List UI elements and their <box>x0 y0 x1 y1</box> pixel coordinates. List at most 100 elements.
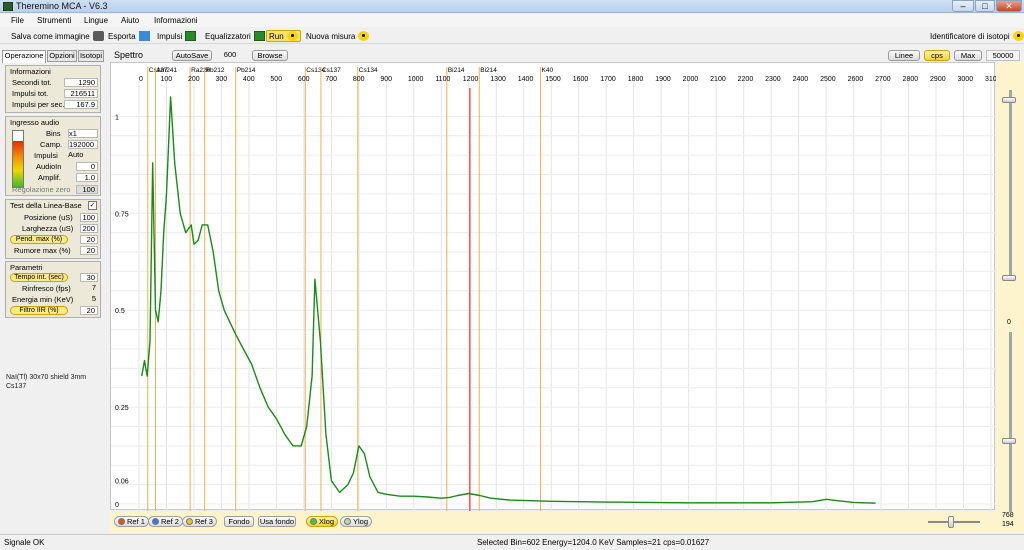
ref1-button[interactable]: Ref 1 <box>114 516 149 527</box>
audioin-input[interactable]: 0 <box>76 162 98 171</box>
ref2-button[interactable]: Ref 2 <box>148 516 183 527</box>
info-row: Impulsi tot. 216511 <box>10 89 100 98</box>
info-value: 216511 <box>64 89 98 98</box>
minimize-button[interactable]: – <box>952 0 974 12</box>
tab-operazione[interactable]: Operazione <box>2 50 46 63</box>
xlog-toggle[interactable]: Xlog <box>306 516 339 527</box>
x-tick-label: 2600 <box>848 76 864 83</box>
tab-opzioni[interactable]: Opzioni <box>47 50 77 62</box>
info-label: Impulsi tot. <box>12 89 49 98</box>
cps-button[interactable]: cps <box>924 50 950 61</box>
app-logo-icon <box>3 2 13 11</box>
ylog-label: Ylog <box>353 517 369 526</box>
audio-level-meter <box>12 130 24 188</box>
fondo-button[interactable]: Fondo <box>224 516 254 527</box>
camp-row: Camp. 192000 <box>26 140 100 149</box>
isotope-identifier-button[interactable]: Identificatore di isotopi <box>930 30 1024 42</box>
mid-vertical-slider-thumb[interactable] <box>1002 275 1016 281</box>
baseline-row: Pend. max (%) 20 <box>10 235 100 244</box>
wave-icon <box>185 31 197 41</box>
usa-fondo-button[interactable]: Usa fondo <box>258 516 296 527</box>
pulses-button[interactable]: Impulsi <box>157 30 197 42</box>
camp-select[interactable]: 192000 <box>68 140 98 149</box>
isotope-label: Bi214 <box>448 67 465 74</box>
audio-header: Ingresso audio <box>10 118 60 127</box>
spectrum-plot[interactable]: Cs137 Am241 Ra226 Pb212 Pb214 Cs134 Cs137 Cs134… <box>110 62 1001 511</box>
y-tick-label: 0.5 <box>115 308 125 315</box>
new-measure-button[interactable]: Nuova misura <box>306 30 370 42</box>
bins-row: Bins x1 <box>26 129 100 138</box>
menu-strumenti[interactable]: Strumenti <box>37 16 71 25</box>
x-tick-label: 1600 <box>573 76 589 83</box>
horizontal-slider-thumb[interactable] <box>948 516 954 528</box>
bottom-vertical-slider-thumb[interactable] <box>1002 438 1016 444</box>
zero-row: Regolazione zero 100 <box>10 185 100 194</box>
camp-label: Camp. <box>40 140 63 149</box>
autosave-button[interactable]: AutoSave <box>172 50 212 61</box>
spectrum-label: Spettro <box>114 50 144 60</box>
max-value-field[interactable]: 50000 <box>986 50 1020 61</box>
filtro-iir-button[interactable]: Filtro IIR (%) <box>10 306 68 315</box>
isotope-label: Cs137 <box>322 67 341 74</box>
right-mid-value: 0 <box>1007 319 1011 326</box>
params-input[interactable]: 30 <box>80 273 98 282</box>
baseline-label: Posizione (uS) <box>24 213 73 222</box>
menu-aiuto[interactable]: Aiuto <box>121 16 139 25</box>
params-header: Parametri <box>10 263 43 272</box>
params-row: Rinfresco (fps) 7 <box>10 284 100 294</box>
params-input[interactable]: 5 <box>80 295 98 304</box>
maximize-button[interactable]: □ <box>975 0 995 12</box>
ref3-button[interactable]: Ref 3 <box>182 516 217 527</box>
x-tick-label: 1100 <box>435 76 450 83</box>
params-input[interactable]: 7 <box>80 284 98 293</box>
tab-isotopi[interactable]: Isotopi <box>78 50 104 62</box>
ref3-color-icon <box>186 518 193 525</box>
window-title: Theremino MCA - V6.3 <box>16 1 108 11</box>
top-vertical-slider-thumb[interactable] <box>1002 97 1016 103</box>
params-input[interactable]: 20 <box>80 306 98 315</box>
baseline-input[interactable]: 20 <box>80 235 98 244</box>
bins-select[interactable]: x1 <box>68 129 98 138</box>
right-top-value: 768 <box>1002 512 1014 519</box>
baseline-input[interactable]: 20 <box>80 246 98 255</box>
save-image-button[interactable]: Salva come immagine <box>11 30 104 42</box>
menu-lingue[interactable]: Lingue <box>84 16 108 25</box>
audioin-row: AudioIn 0 <box>26 162 100 171</box>
menu-file[interactable]: File <box>11 16 24 25</box>
x-tick-label: 2500 <box>820 76 836 83</box>
notes-text[interactable]: NaI(Tl) 30x70 shield 3mm Cs137 <box>6 373 86 391</box>
y-tick-label: 0.75 <box>115 211 129 218</box>
new-measure-label: Nuova misura <box>306 31 356 41</box>
menu-informazioni[interactable]: Informazioni <box>154 16 198 25</box>
export-button[interactable]: Esporta <box>108 30 150 42</box>
amplif-input[interactable]: 1.0 <box>76 173 98 182</box>
x-tick-label: 2200 <box>738 76 754 83</box>
lines-button[interactable]: Linee <box>888 50 920 61</box>
menu-bar: File Strumenti Lingue Aiuto Informazioni <box>0 14 1024 27</box>
ref2-color-icon <box>152 518 159 525</box>
spectrum-series <box>141 96 876 504</box>
browse-button[interactable]: Browse <box>252 50 288 61</box>
baseline-input[interactable]: 100 <box>80 213 98 222</box>
ylog-toggle[interactable]: Ylog <box>340 516 373 527</box>
spectrum-chart[interactable]: Cs137Am241 Ra226Pb212 Pb214 Cs134Cs137 Cs134… <box>111 63 1001 511</box>
equalizer-icon <box>253 31 265 41</box>
x-tick-label: 600 <box>298 76 310 83</box>
autosave-interval-field[interactable]: 600 <box>216 50 244 61</box>
impulsi-select[interactable]: Auto <box>68 151 98 160</box>
amplif-label: Amplif. <box>38 173 61 182</box>
max-button[interactable]: Max <box>954 50 982 61</box>
x-tick-label: 800 <box>353 76 365 83</box>
close-button[interactable]: ✕ <box>996 0 1022 12</box>
baseline-checkbox[interactable]: ✓ <box>88 201 97 210</box>
tempo-int-button[interactable]: Tempo int. (sec) <box>10 273 68 282</box>
x-tick-label: 3100 <box>985 76 996 83</box>
run-button[interactable]: Run <box>266 30 301 42</box>
zero-input[interactable]: 100 <box>76 185 98 194</box>
equalizers-button[interactable]: Equalizzatori <box>205 30 265 42</box>
isotope-lines: Cs137Am241 Ra226Pb212 Pb214 Cs134Cs137 Cs134… <box>147 67 553 511</box>
isotope-label: Pb214 <box>237 67 256 74</box>
x-tick-label: 2000 <box>683 76 699 83</box>
pend-max-button[interactable]: Pend. max (%) <box>10 235 68 244</box>
baseline-input[interactable]: 200 <box>80 224 98 233</box>
